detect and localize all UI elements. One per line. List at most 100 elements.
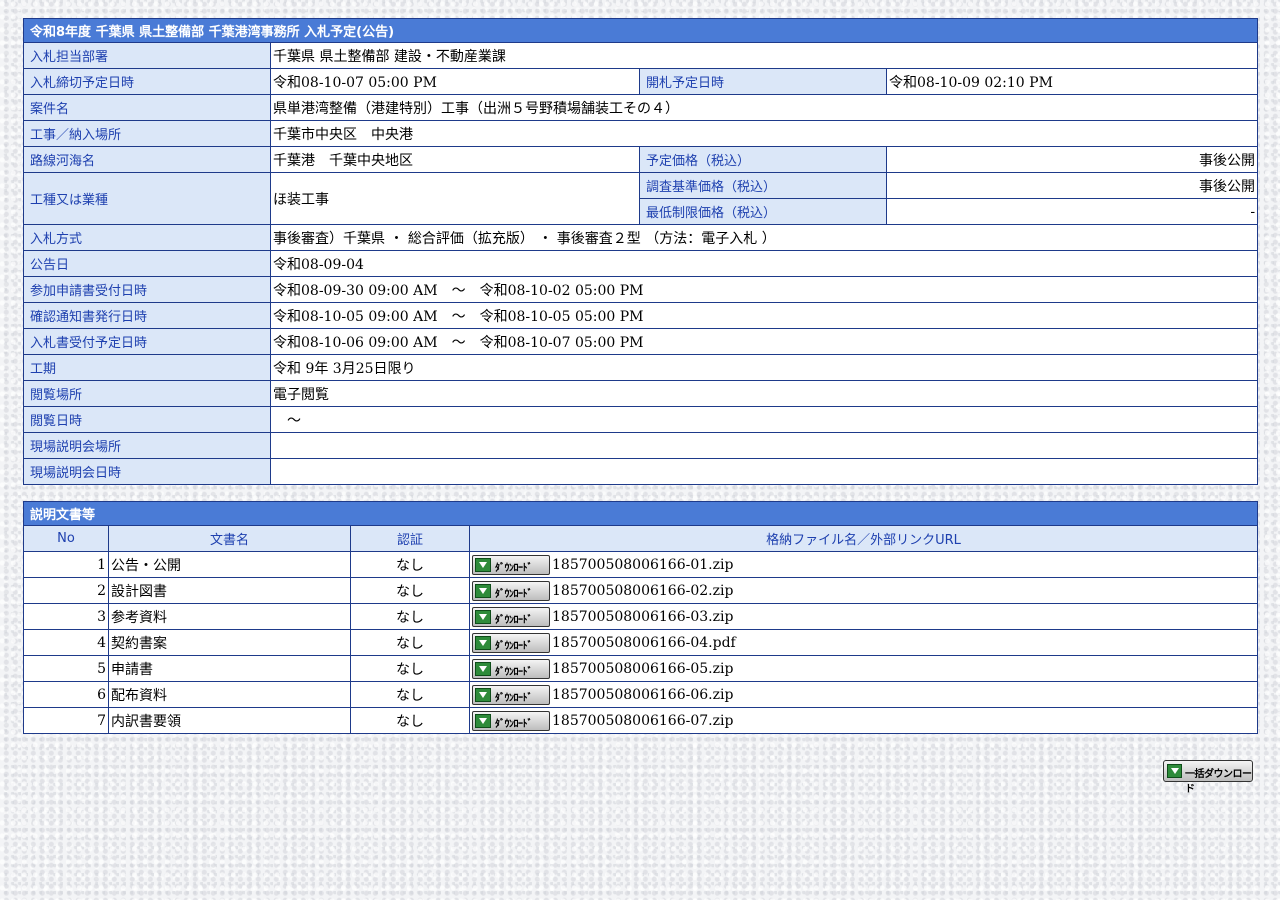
- doc-file-name: 185700508006166-03.zip: [552, 608, 734, 625]
- method-value: 事後審査）千葉県 ・ 総合評価（拡充版） ・ 事後審査２型 （方法：電子入札 ）: [269, 224, 1259, 251]
- doc-name: 契約書案: [108, 629, 351, 656]
- download-button[interactable]: ﾀﾞｳﾝﾛｰﾄﾞ: [472, 554, 550, 575]
- doc-no: 5: [23, 655, 109, 682]
- doc-name: 設計図書: [108, 577, 351, 604]
- doc-file-cell: ﾀﾞｳﾝﾛｰﾄﾞ 185700508006166-02.zip: [468, 577, 1259, 604]
- table-row: 2 設計図書 なし ﾀﾞｳﾝﾛｰﾄﾞ 185700508006166-02.zip: [23, 577, 1259, 604]
- download-button[interactable]: ﾀﾞｳﾝﾛｰﾄﾞ: [472, 684, 550, 705]
- view-date-value: ～: [269, 406, 1259, 433]
- apply-label: 参加申請書受付日時: [23, 276, 271, 303]
- doc-no: 1: [23, 551, 109, 578]
- bulk-download-button[interactable]: 一括ダウンロード: [1163, 760, 1253, 795]
- bid-info-title: 令和8年度 千葉県 県土整備部 千葉港湾事務所 入札予定(公告): [22, 18, 1259, 43]
- table-row: 4 契約書案 なし ﾀﾞｳﾝﾛｰﾄﾞ 185700508006166-04.pdf: [23, 629, 1259, 656]
- opening-label: 開札予定日時: [639, 68, 887, 95]
- doc-file-cell: ﾀﾞｳﾝﾛｰﾄﾞ 185700508006166-01.zip: [468, 551, 1259, 578]
- download-button[interactable]: ﾀﾞｳﾝﾛｰﾄﾞ: [472, 606, 550, 627]
- view-place-value: 電子閲覧: [269, 380, 1259, 407]
- route-label: 路線河海名: [23, 146, 271, 173]
- place-value: 千葉市中央区 中央港: [269, 120, 1259, 147]
- confirm-value: 令和08-10-05 09:00 AM ～ 令和08-10-05 05:00 P…: [269, 302, 1259, 329]
- bulk-download-label: 一括ダウンロード: [1185, 769, 1252, 795]
- documents-title: 説明文書等: [22, 501, 1259, 526]
- doc-file-name: 185700508006166-04.pdf: [552, 634, 736, 651]
- period-value: 令和 9年 3月25日限り: [269, 354, 1259, 381]
- doc-name: 配布資料: [108, 681, 351, 708]
- min-price-label: 最低制限価格（税込）: [639, 198, 887, 225]
- apply-value: 令和08-09-30 09:00 AM ～ 令和08-10-02 05:00 P…: [269, 276, 1259, 303]
- doc-auth: なし: [350, 629, 470, 656]
- receipt-value: 令和08-10-06 09:00 AM ～ 令和08-10-07 05:00 P…: [269, 328, 1259, 355]
- doc-name: 申請書: [108, 655, 351, 682]
- download-icon: [475, 687, 491, 702]
- survey-value: 事後公開: [885, 172, 1259, 199]
- site-place-label: 現場説明会場所: [23, 432, 271, 459]
- doc-file-cell: ﾀﾞｳﾝﾛｰﾄﾞ 185700508006166-03.zip: [468, 603, 1259, 630]
- notice-value: 令和08-09-04: [269, 250, 1259, 277]
- dept-value: 千葉県 県土整備部 建設・不動産業課: [269, 42, 1259, 69]
- doc-file-cell: ﾀﾞｳﾝﾛｰﾄﾞ 185700508006166-07.zip: [468, 707, 1259, 734]
- doc-no: 7: [23, 707, 109, 734]
- route-value: 千葉港 千葉中央地区: [270, 146, 640, 173]
- site-place-value: [269, 432, 1259, 459]
- doc-file-name: 185700508006166-06.zip: [552, 686, 734, 703]
- view-place-label: 閲覧場所: [23, 380, 271, 407]
- type-label: 工種又は業種: [23, 172, 271, 225]
- doc-name: 参考資料: [108, 603, 351, 630]
- table-row: 6 配布資料 なし ﾀﾞｳﾝﾛｰﾄﾞ 185700508006166-06.zip: [23, 681, 1259, 708]
- download-button[interactable]: ﾀﾞｳﾝﾛｰﾄﾞ: [472, 710, 550, 731]
- doc-no: 4: [23, 629, 109, 656]
- table-row: 7 内訳書要領 なし ﾀﾞｳﾝﾛｰﾄﾞ 185700508006166-07.zi…: [23, 707, 1259, 734]
- deadline-value: 令和08-10-07 05:00 PM: [270, 68, 640, 95]
- case-label: 案件名: [23, 94, 271, 121]
- table-row: 3 参考資料 なし ﾀﾞｳﾝﾛｰﾄﾞ 185700508006166-03.zip: [23, 603, 1259, 630]
- case-value: 県単港湾整備（港建特別）工事（出洲５号野積場舗装工その４）: [269, 94, 1259, 121]
- price-value: 事後公開: [885, 146, 1259, 173]
- opening-value: 令和08-10-09 02:10 PM: [885, 68, 1259, 95]
- confirm-label: 確認通知書発行日時: [23, 302, 271, 329]
- download-icon: [475, 557, 491, 572]
- type-value: ほ装工事: [270, 172, 640, 225]
- download-icon: [475, 713, 491, 728]
- doc-no: 3: [23, 603, 109, 630]
- survey-label: 調査基準価格（税込）: [639, 172, 887, 199]
- doc-auth: なし: [350, 681, 470, 708]
- doc-file-name: 185700508006166-05.zip: [552, 660, 734, 677]
- doc-file-name: 185700508006166-01.zip: [552, 556, 734, 573]
- col-header-no: No: [23, 525, 109, 552]
- download-icon: [475, 635, 491, 650]
- col-header-file: 格納ファイル名／外部リンクURL: [468, 525, 1259, 552]
- doc-no: 6: [23, 681, 109, 708]
- download-icon: [475, 609, 491, 624]
- download-icon: [475, 661, 491, 676]
- doc-auth: なし: [350, 603, 470, 630]
- view-date-label: 閲覧日時: [23, 406, 271, 433]
- doc-file-cell: ﾀﾞｳﾝﾛｰﾄﾞ 185700508006166-05.zip: [468, 655, 1259, 682]
- bid-info-table: 令和8年度 千葉県 県土整備部 千葉港湾事務所 入札予定(公告) 入札担当部署 …: [22, 18, 1259, 485]
- notice-label: 公告日: [23, 250, 271, 277]
- site-date-label: 現場説明会日時: [23, 458, 271, 485]
- download-button[interactable]: ﾀﾞｳﾝﾛｰﾄﾞ: [472, 580, 550, 601]
- period-label: 工期: [23, 354, 271, 381]
- site-date-value: [269, 458, 1259, 485]
- documents-table: 説明文書等 No 文書名 認証 格納ファイル名／外部リンクURL 1 公告・公開…: [22, 501, 1259, 734]
- download-button[interactable]: ﾀﾞｳﾝﾛｰﾄﾞ: [472, 632, 550, 653]
- place-label: 工事／納入場所: [23, 120, 271, 147]
- doc-auth: なし: [350, 577, 470, 604]
- doc-file-name: 185700508006166-07.zip: [552, 712, 734, 729]
- download-icon: [1167, 764, 1182, 778]
- col-header-auth: 認証: [350, 525, 470, 552]
- doc-auth: なし: [350, 707, 470, 734]
- table-row: 1 公告・公開 なし ﾀﾞｳﾝﾛｰﾄﾞ 185700508006166-01.zi…: [23, 551, 1259, 578]
- deadline-label: 入札締切予定日時: [23, 68, 271, 95]
- download-icon: [475, 583, 491, 598]
- doc-auth: なし: [350, 551, 470, 578]
- download-button[interactable]: ﾀﾞｳﾝﾛｰﾄﾞ: [472, 658, 550, 679]
- table-row: 5 申請書 なし ﾀﾞｳﾝﾛｰﾄﾞ 185700508006166-05.zip: [23, 655, 1259, 682]
- dept-label: 入札担当部署: [23, 42, 271, 69]
- doc-auth: なし: [350, 655, 470, 682]
- min-price-value: -: [885, 198, 1259, 225]
- doc-file-name: 185700508006166-02.zip: [552, 582, 734, 599]
- doc-file-cell: ﾀﾞｳﾝﾛｰﾄﾞ 185700508006166-04.pdf: [468, 629, 1259, 656]
- doc-file-cell: ﾀﾞｳﾝﾛｰﾄﾞ 185700508006166-06.zip: [468, 681, 1259, 708]
